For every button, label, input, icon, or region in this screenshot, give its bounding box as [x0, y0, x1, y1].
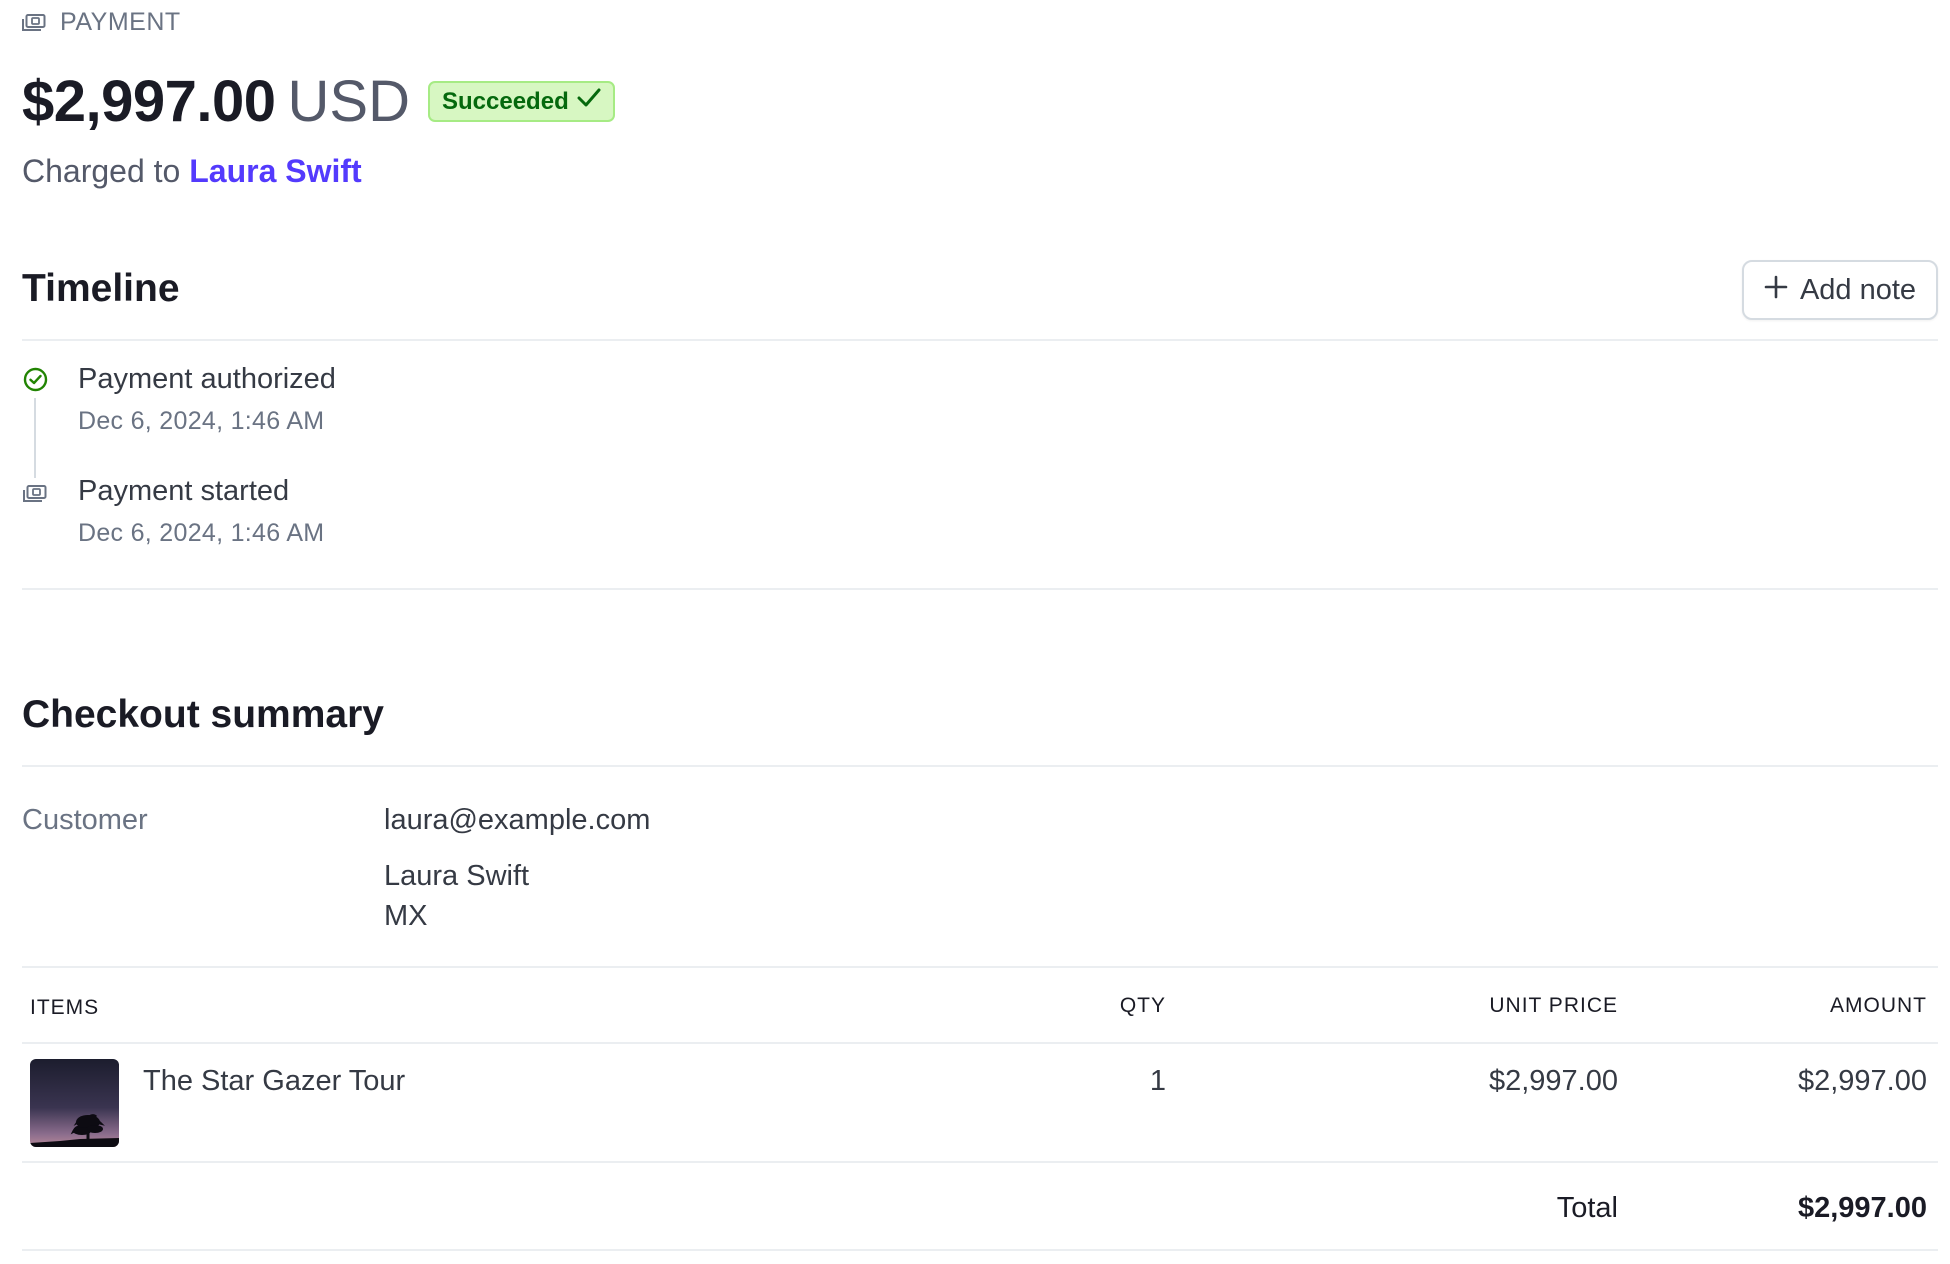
payment-label-text: PAYMENT [60, 8, 181, 36]
divider [22, 339, 1938, 341]
divider [22, 1042, 1938, 1044]
divider [22, 765, 1938, 767]
divider [22, 966, 1938, 968]
payment-section-label: PAYMENT [22, 8, 181, 37]
timeline-connector [34, 398, 36, 478]
customer-country: MX [384, 900, 428, 932]
item-qty: 1 [1149, 1065, 1166, 1097]
column-header-qty: QTY [1119, 994, 1166, 1017]
item-unit-price: $2,997.00 [1488, 1065, 1618, 1097]
item-name: The Star Gazer Tour [143, 1065, 406, 1097]
timeline-event-date: Dec 6, 2024, 1:46 AM [78, 407, 325, 435]
timeline-event-date: Dec 6, 2024, 1:46 AM [78, 519, 325, 547]
divider [22, 1161, 1938, 1163]
add-note-button[interactable]: Add note [1742, 260, 1938, 320]
status-badge: Succeeded [428, 81, 615, 122]
customer-link[interactable]: Laura Swift [189, 153, 361, 189]
customer-label: Customer [22, 804, 148, 836]
product-thumbnail [30, 1059, 119, 1147]
payment-icon [22, 13, 46, 32]
charged-to: Charged to Laura Swift [22, 153, 362, 190]
column-header-unit-price: UNIT PRICE [1489, 994, 1618, 1017]
plus-icon [1764, 274, 1788, 307]
payment-currency: USD [287, 69, 410, 134]
column-header-amount: AMOUNT [1830, 994, 1927, 1017]
checkout-summary-heading: Checkout summary [22, 693, 384, 736]
check-circle-icon [23, 367, 48, 397]
checkmark-icon [577, 87, 601, 116]
timeline-event-title: Payment started [78, 475, 290, 507]
charged-to-prefix: Charged to [22, 153, 181, 189]
divider [22, 588, 1938, 590]
timeline-event-title: Payment authorized [78, 363, 336, 395]
amount-row: $2,997.00 USD Succeeded [22, 68, 615, 135]
customer-email: laura@example.com [384, 804, 651, 836]
divider [22, 1249, 1938, 1251]
column-header-items: ITEMS [30, 996, 100, 1019]
add-note-label: Add note [1799, 273, 1917, 306]
status-badge-label: Succeeded [442, 87, 569, 115]
customer-name: Laura Swift [384, 860, 530, 892]
payment-amount: $2,997.00 [22, 69, 276, 134]
total-label: Total [1556, 1192, 1618, 1224]
total-value: $2,997.00 [1797, 1192, 1927, 1224]
timeline-heading: Timeline [22, 267, 180, 310]
payment-icon [23, 483, 47, 510]
item-amount: $2,997.00 [1797, 1065, 1927, 1097]
